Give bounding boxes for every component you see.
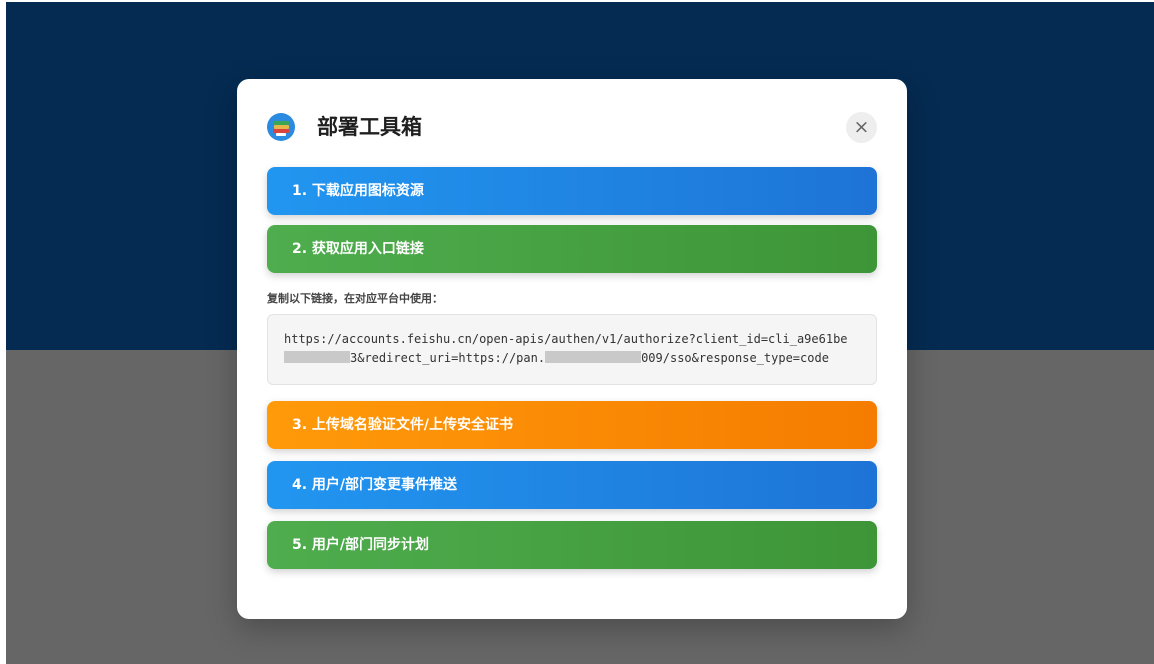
dialog-title: 部署工具箱 [317,115,422,139]
close-button[interactable]: × [846,112,877,143]
entry-link-box[interactable]: https://accounts.feishu.cn/open-apis/aut… [267,314,877,385]
link-instruction: 复制以下链接，在对应平台中使用： [267,292,443,305]
deploy-toolbox-dialog: 部署工具箱 × 1. 下载应用图标资源 2. 获取应用入口链接 复制以下链接，在… [237,79,907,619]
step-get-app-entry-link-button[interactable]: 2. 获取应用入口链接 [267,225,877,273]
step-upload-verification-file-button[interactable]: 3. 上传域名验证文件/上传安全证书 [267,401,877,449]
close-icon: × [853,116,870,138]
step-user-dept-event-push-button[interactable]: 4. 用户/部门变更事件推送 [267,461,877,509]
step-download-app-icons-button[interactable]: 1. 下载应用图标资源 [267,167,877,215]
entry-link-line-2: 3&redirect_uri=https://pan. 009/sso&respo… [284,349,860,368]
page: 部署工具箱 × 1. 下载应用图标资源 2. 获取应用入口链接 复制以下链接，在… [0,0,1154,664]
logo-book-white [276,133,286,136]
entry-link-line-2b: 009/sso&response_type=code [641,351,829,365]
redacted-block [284,351,350,363]
entry-link-line-1: https://accounts.feishu.cn/open-apis/aut… [284,332,848,346]
redacted-block [545,351,642,363]
step-user-dept-sync-plan-button[interactable]: 5. 用户/部门同步计划 [267,521,877,569]
book-stack-icon [267,113,295,141]
entry-link-line-2a: 3&redirect_uri=https://pan. [350,351,546,365]
